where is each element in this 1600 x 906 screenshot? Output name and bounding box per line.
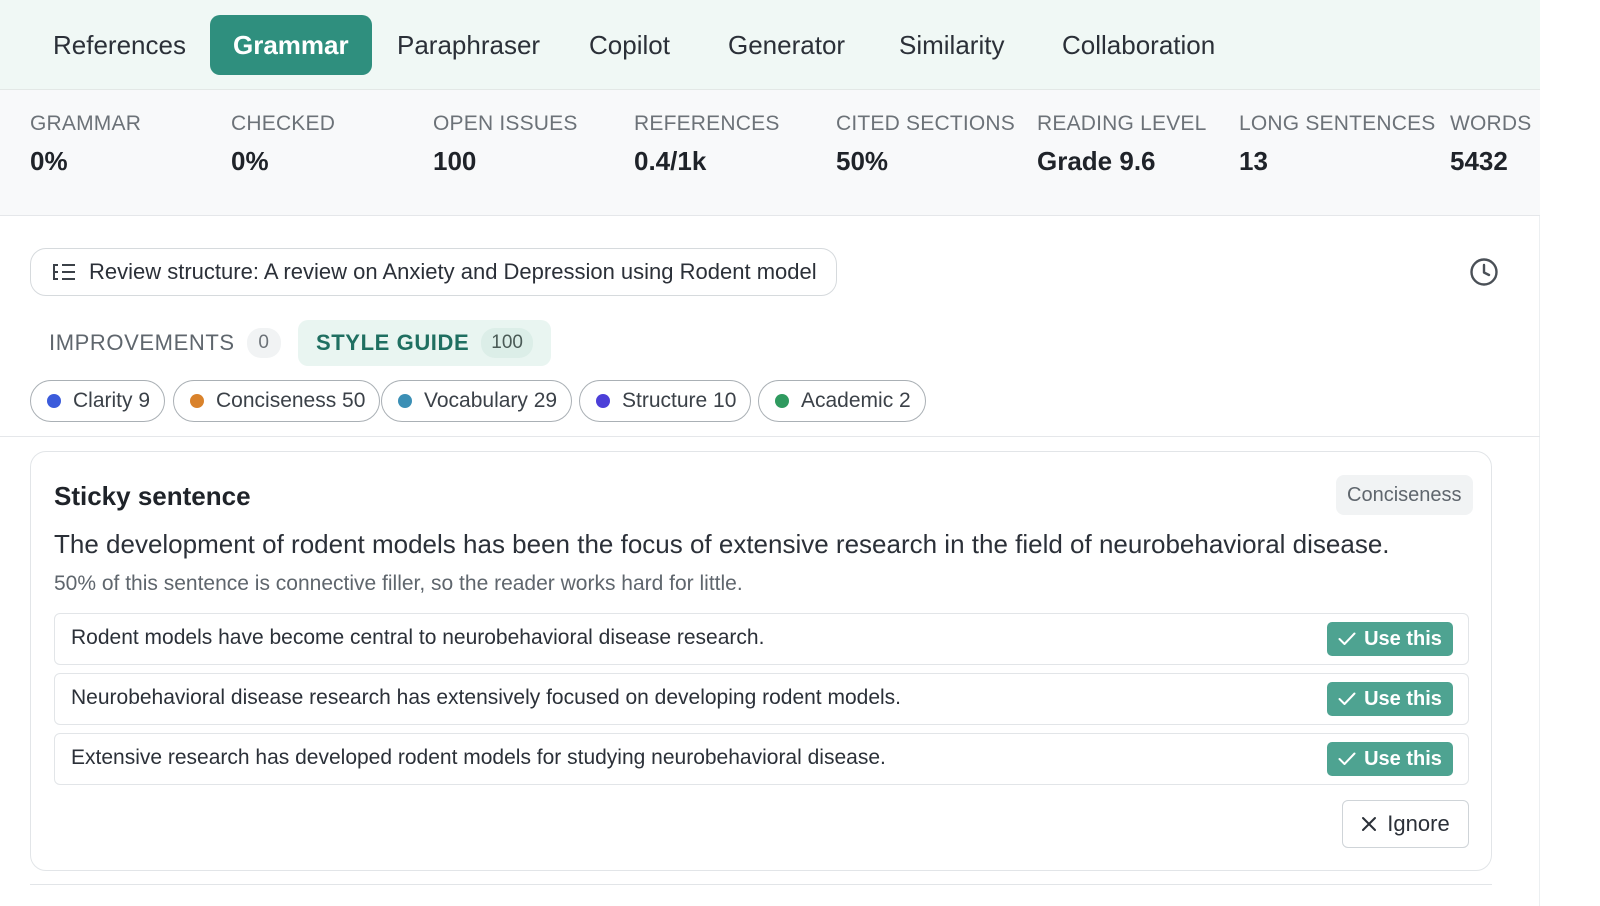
close-icon — [1362, 817, 1377, 831]
rewrite-text: Neurobehavioral disease research has ext… — [71, 686, 902, 709]
tab-references[interactable]: References — [30, 15, 209, 75]
use-this-button[interactable]: Use this — [1327, 682, 1453, 716]
use-this-button[interactable]: Use this — [1327, 742, 1453, 776]
tab-generator[interactable]: Generator — [705, 15, 868, 75]
rewrite-option: Rodent models have become central to neu… — [54, 613, 1469, 665]
stat-value: 5432 — [1450, 146, 1508, 176]
vocabulary-dot-icon — [398, 394, 412, 408]
stat-long-sentences: LONG SENTENCES 13 — [1239, 112, 1436, 177]
tab-grammar[interactable]: Grammar — [210, 15, 372, 75]
stat-value: 50% — [836, 146, 889, 176]
tab-paraphraser[interactable]: Paraphraser — [374, 15, 563, 75]
review-structure-label: Review structure: A review on Anxiety an… — [89, 259, 817, 284]
chip-label: Structure 10 — [622, 389, 737, 412]
card-title: Sticky sentence — [54, 481, 251, 511]
stats-bar: GRAMMAR 0% CHECKED 0% OPEN ISSUES 100 RE… — [0, 90, 1540, 216]
tab-style-guide[interactable]: STYLE GUIDE 100 — [298, 320, 551, 366]
stat-label: WORDS — [1450, 112, 1532, 135]
rewrite-text: Extensive research has developed rodent … — [71, 746, 886, 769]
filter-chip-vocabulary[interactable]: Vocabulary 29 — [381, 380, 573, 422]
original-sentence: The development of rodent models has bee… — [54, 529, 1390, 559]
rewrite-option: Neurobehavioral disease research has ext… — [54, 673, 1469, 725]
stat-value: 100 — [433, 146, 477, 176]
use-this-label: Use this — [1364, 687, 1442, 710]
clock-icon[interactable] — [1468, 256, 1500, 288]
rewrite-option: Extensive research has developed rodent … — [54, 733, 1469, 785]
tab-improvements[interactable]: IMPROVEMENTS 0 — [31, 320, 299, 366]
stat-open-issues: OPEN ISSUES 100 — [433, 112, 578, 177]
tab-similarity[interactable]: Similarity — [876, 15, 1027, 75]
stat-label: READING LEVEL — [1037, 112, 1207, 135]
review-structure-button[interactable]: Review structure: A review on Anxiety an… — [30, 248, 837, 296]
tab-improvements-label: IMPROVEMENTS — [49, 330, 235, 355]
use-this-label: Use this — [1364, 747, 1442, 770]
stat-value: 0% — [231, 146, 269, 176]
issue-explanation: 50% of this sentence is connective fille… — [54, 572, 743, 595]
improvements-count-badge: 0 — [246, 328, 281, 358]
stat-value: 0% — [30, 146, 68, 176]
stat-label: CITED SECTIONS — [836, 112, 1015, 135]
stat-label: GRAMMAR — [30, 112, 142, 135]
ignore-label: Ignore — [1387, 811, 1450, 836]
stat-cited-sections: CITED SECTIONS 50% — [836, 112, 1015, 177]
tab-style-guide-label: STYLE GUIDE — [316, 330, 470, 355]
grammar-panel: References Grammar Paraphraser Copilot G… — [0, 0, 1540, 906]
use-this-label: Use this — [1364, 627, 1442, 650]
stat-value: 0.4/1k — [634, 146, 707, 176]
academic-dot-icon — [775, 394, 789, 408]
chip-label: Academic 2 — [801, 389, 911, 412]
stat-label: CHECKED — [231, 112, 336, 135]
top-tab-bar: References Grammar Paraphraser Copilot G… — [0, 0, 1540, 90]
stat-words: WORDS 5432 — [1450, 112, 1532, 177]
rewrite-text: Rodent models have become central to neu… — [71, 626, 765, 649]
structure-dot-icon — [596, 394, 610, 408]
stat-value: Grade 9.6 — [1037, 146, 1156, 176]
chip-label: Conciseness 50 — [216, 389, 366, 412]
style-guide-count-badge: 100 — [481, 328, 533, 358]
structure-list-icon — [53, 264, 75, 280]
chip-label: Vocabulary 29 — [424, 389, 558, 412]
chip-label: Clarity 9 — [73, 389, 151, 412]
use-this-button[interactable]: Use this — [1327, 622, 1453, 656]
stat-label: REFERENCES — [634, 112, 780, 135]
stat-label: LONG SENTENCES — [1239, 112, 1436, 135]
filter-chip-structure[interactable]: Structure 10 — [579, 380, 752, 422]
section-divider — [0, 436, 1540, 437]
filter-chip-clarity[interactable]: Clarity 9 — [30, 380, 166, 422]
check-icon — [1338, 692, 1356, 705]
conciseness-dot-icon — [190, 394, 204, 408]
filter-chip-academic[interactable]: Academic 2 — [758, 380, 926, 422]
tab-collaboration[interactable]: Collaboration — [1039, 15, 1238, 75]
filter-chip-conciseness[interactable]: Conciseness 50 — [173, 380, 381, 422]
stat-checked: CHECKED 0% — [231, 112, 335, 177]
check-icon — [1338, 632, 1356, 645]
stat-grammar: GRAMMAR 0% — [30, 112, 141, 177]
stat-reading-level: READING LEVEL Grade 9.6 — [1037, 112, 1207, 177]
stat-references: REFERENCES 0.4/1k — [634, 112, 780, 177]
stat-label: OPEN ISSUES — [433, 112, 578, 135]
tab-copilot[interactable]: Copilot — [566, 15, 693, 75]
clarity-dot-icon — [47, 394, 61, 408]
category-tag: Conciseness — [1336, 475, 1473, 515]
suggestion-card: Sticky sentence Conciseness The developm… — [30, 451, 1492, 871]
stat-value: 13 — [1239, 146, 1268, 176]
ignore-button[interactable]: Ignore — [1342, 800, 1469, 848]
next-card-edge — [30, 884, 1492, 885]
check-icon — [1338, 752, 1356, 765]
